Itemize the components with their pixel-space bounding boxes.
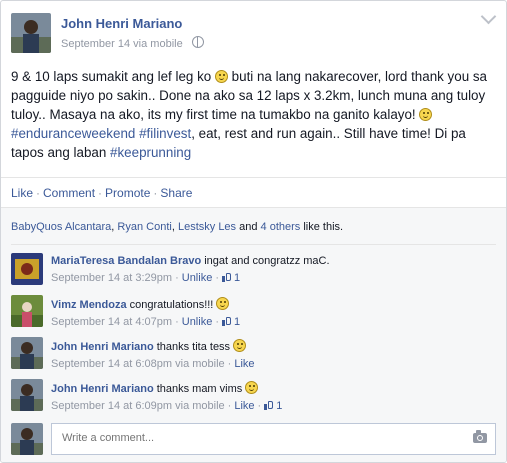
likes-sentence: BabyQuos Alcantara, Ryan Conti, Lestsky … xyxy=(11,221,344,233)
comment-meta: September 14 at 4:07pm · Unlike · 1 xyxy=(51,316,241,328)
commenter-avatar[interactable] xyxy=(11,337,43,369)
commenter-avatar[interactable] xyxy=(11,379,43,411)
globe-icon[interactable] xyxy=(191,36,204,48)
post-meta: September 14 via mobile xyxy=(61,36,204,50)
post-date[interactable]: September 14 xyxy=(61,38,130,50)
comment-like-count[interactable]: 1 xyxy=(222,316,240,328)
feedback-panel: BabyQuos Alcantara, Ryan Conti, Lestsky … xyxy=(1,207,506,462)
commenter-avatar[interactable] xyxy=(11,253,43,285)
comment-text: thanks tita tess xyxy=(156,341,231,353)
commenter-name[interactable]: MariaTeresa Bandalan Bravo xyxy=(51,255,201,267)
hashtag-link[interactable]: #enduranceweekend xyxy=(11,126,135,141)
post-text: 9 & 10 laps sumakit ang lef leg ko buti … xyxy=(11,69,488,160)
comment-like-count[interactable]: 1 xyxy=(222,272,240,284)
comment-like-count[interactable]: 1 xyxy=(264,400,282,412)
comment-time[interactable]: September 14 at 6:08pm via mobile xyxy=(51,358,225,370)
comment-meta: September 14 at 6:09pm via mobile · Like · 1 xyxy=(51,400,283,412)
viewer-avatar xyxy=(11,423,43,455)
others-link[interactable]: 4 others xyxy=(261,221,301,233)
comment-item: John Henri Mariano thanks mam vims Septem… xyxy=(11,379,496,419)
commenter-name[interactable]: Vimz Mendoza xyxy=(51,299,127,311)
comment-meta: September 14 at 6:08pm via mobile · Like xyxy=(51,358,255,370)
author-name[interactable]: John Henri Mariano xyxy=(61,16,182,31)
story-actions: Like · Comment · Promote · Share xyxy=(1,177,506,208)
smiley-icon xyxy=(419,108,433,121)
liker-name[interactable]: Lestsky Les xyxy=(178,221,236,233)
thumbs-up-icon xyxy=(264,401,274,410)
comment-text: thanks mam vims xyxy=(156,383,243,395)
like-link[interactable]: Like xyxy=(11,186,33,200)
smiley-icon xyxy=(214,70,228,83)
commenter-name[interactable]: John Henri Mariano xyxy=(51,341,154,353)
comment-composer xyxy=(11,423,496,455)
unlike-link[interactable]: Unlike xyxy=(182,316,213,328)
post-via: via mobile xyxy=(133,38,183,50)
comment-time[interactable]: September 14 at 3:29pm xyxy=(51,272,172,284)
comment-input-box[interactable] xyxy=(51,423,496,455)
comment-text: ingat and congratzz maC. xyxy=(204,255,330,267)
share-link[interactable]: Share xyxy=(160,186,192,200)
liker-name[interactable]: BabyQuos Alcantara xyxy=(11,221,111,233)
smiley-icon xyxy=(216,297,230,310)
comment-time[interactable]: September 14 at 6:09pm via mobile xyxy=(51,400,225,412)
commenter-avatar[interactable] xyxy=(11,295,43,327)
comment-meta: September 14 at 3:29pm · Unlike · 1 xyxy=(51,272,241,284)
commenter-name[interactable]: John Henri Mariano xyxy=(51,383,154,395)
unlike-link[interactable]: Unlike xyxy=(182,272,213,284)
story-header: John Henri Mariano September 14 via mobi… xyxy=(1,1,506,53)
liker-name[interactable]: Ryan Conti xyxy=(117,221,171,233)
smiley-icon xyxy=(245,381,259,394)
camera-icon[interactable] xyxy=(473,430,487,443)
author-avatar[interactable] xyxy=(11,13,51,53)
comment-item: MariaTeresa Bandalan Bravo ingat and cong… xyxy=(11,253,496,293)
like-comment-link[interactable]: Like xyxy=(234,400,254,412)
like-comment-link[interactable]: Like xyxy=(234,358,254,370)
feed-story: John Henri Mariano September 14 via mobi… xyxy=(0,0,507,463)
thumbs-up-icon xyxy=(222,317,232,326)
comment-link[interactable]: Comment xyxy=(43,186,95,200)
hashtag-link[interactable]: #keeprunning xyxy=(110,145,191,160)
smiley-icon xyxy=(233,339,247,352)
comment-item: Vimz Mendoza congratulations!!! September… xyxy=(11,295,496,335)
thumbs-up-icon xyxy=(222,273,232,282)
comment-time[interactable]: September 14 at 4:07pm xyxy=(51,316,172,328)
comment-input[interactable] xyxy=(60,431,464,445)
comment-text: congratulations!!! xyxy=(129,299,214,311)
comment-item: John Henri Mariano thanks tita tess Septe… xyxy=(11,337,496,377)
hashtag-link[interactable]: #filinvest xyxy=(139,126,191,141)
chevron-down-icon[interactable] xyxy=(480,8,497,25)
promote-link[interactable]: Promote xyxy=(105,186,150,200)
divider xyxy=(11,244,496,245)
